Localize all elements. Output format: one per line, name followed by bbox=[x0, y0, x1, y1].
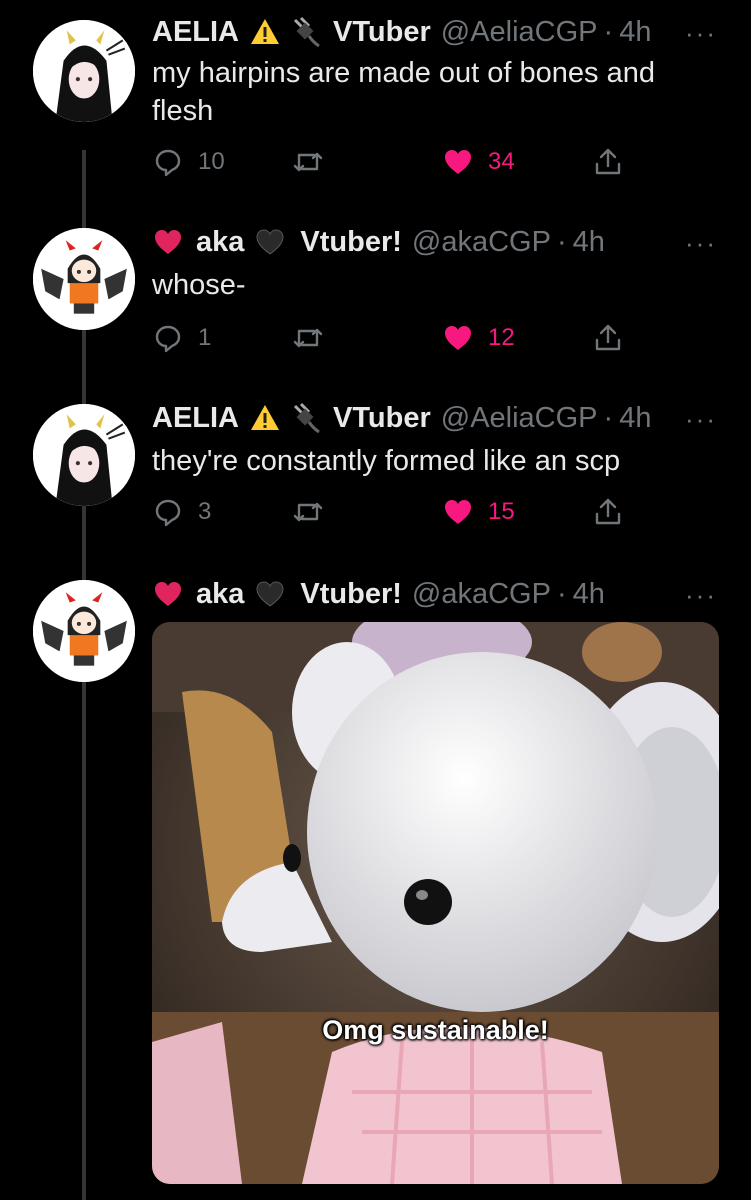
black-heart-icon bbox=[254, 226, 286, 258]
retweet-icon bbox=[293, 152, 323, 172]
electric-plug-icon bbox=[289, 402, 321, 434]
reply-button[interactable]: 1 bbox=[152, 318, 211, 358]
like-button[interactable]: 15 bbox=[442, 492, 515, 532]
more-options-icon[interactable]: ··· bbox=[685, 580, 717, 611]
black-heart-icon bbox=[254, 578, 286, 610]
reply-count: 10 bbox=[198, 148, 225, 175]
display-name[interactable]: AELIA bbox=[152, 16, 239, 49]
like-button[interactable]: 34 bbox=[442, 142, 515, 182]
share-icon bbox=[595, 498, 621, 525]
action-bar: 3 15 bbox=[152, 492, 632, 532]
retweet-button[interactable] bbox=[292, 492, 324, 532]
elephant-plush-photo bbox=[152, 622, 719, 1184]
like-count: 15 bbox=[488, 498, 515, 525]
red-heart-icon bbox=[152, 578, 184, 610]
user-handle[interactable]: @AeliaCGP bbox=[441, 16, 598, 49]
retweet-icon bbox=[293, 502, 323, 522]
tweet-text: whose- bbox=[152, 269, 246, 301]
reply-count: 1 bbox=[198, 324, 212, 351]
user-handle[interactable]: @AeliaCGP bbox=[441, 402, 598, 435]
timestamp[interactable]: 4h bbox=[619, 16, 651, 49]
timestamp[interactable]: 4h bbox=[573, 226, 605, 259]
separator-dot: · bbox=[603, 401, 614, 434]
liked-heart-icon bbox=[445, 500, 471, 524]
tweet[interactable]: aka Vtuber! @akaCGP · 4h ··· whose- 1 12 bbox=[0, 222, 751, 392]
share-button[interactable] bbox=[592, 142, 624, 182]
liked-heart-icon bbox=[445, 150, 471, 174]
tweet-header: AELIA VTuber @AeliaCGP · 4h bbox=[152, 12, 651, 52]
avatar[interactable] bbox=[33, 404, 135, 506]
tweet[interactable]: AELIA VTuber @AeliaCGP · 4h ··· my hairp… bbox=[0, 12, 751, 202]
liked-heart-icon bbox=[445, 326, 471, 350]
retweet-button[interactable] bbox=[292, 142, 324, 182]
user-handle[interactable]: @akaCGP bbox=[412, 578, 551, 611]
display-name[interactable]: AELIA bbox=[152, 402, 239, 435]
avatar[interactable] bbox=[33, 580, 135, 682]
reply-button[interactable]: 3 bbox=[152, 492, 211, 532]
separator-dot: · bbox=[556, 577, 567, 610]
warning-icon bbox=[249, 16, 281, 48]
display-name[interactable]: aka bbox=[196, 226, 244, 259]
retweet-button[interactable] bbox=[292, 318, 324, 358]
retweet-icon bbox=[293, 328, 323, 348]
tweet-header: AELIA VTuber @AeliaCGP · 4h bbox=[152, 398, 651, 438]
reply-icon bbox=[155, 325, 181, 353]
reply-icon bbox=[155, 149, 181, 177]
timestamp[interactable]: 4h bbox=[573, 578, 605, 611]
more-options-icon[interactable]: ··· bbox=[685, 228, 717, 259]
display-name-suffix[interactable]: VTuber bbox=[333, 16, 431, 49]
share-button[interactable] bbox=[592, 492, 624, 532]
tweet-header: aka Vtuber! @akaCGP · 4h bbox=[152, 574, 605, 614]
display-name[interactable]: aka bbox=[196, 578, 244, 611]
tweet-text: they're constantly formed like an scp bbox=[152, 445, 621, 477]
like-count: 12 bbox=[488, 324, 515, 351]
like-count: 34 bbox=[488, 148, 515, 175]
share-icon bbox=[595, 148, 621, 175]
user-handle[interactable]: @akaCGP bbox=[412, 226, 551, 259]
action-bar: 1 12 bbox=[152, 318, 632, 358]
reply-button[interactable]: 10 bbox=[152, 142, 225, 182]
share-icon bbox=[595, 324, 621, 351]
avatar[interactable] bbox=[33, 228, 135, 330]
display-name-suffix[interactable]: VTuber bbox=[333, 402, 431, 435]
more-options-icon[interactable]: ··· bbox=[685, 404, 717, 435]
red-heart-icon bbox=[152, 226, 184, 258]
tweet[interactable]: AELIA VTuber @AeliaCGP · 4h ··· they're … bbox=[0, 398, 751, 568]
action-bar: 10 34 bbox=[152, 142, 632, 182]
like-button[interactable]: 12 bbox=[442, 318, 515, 358]
warning-icon bbox=[249, 402, 281, 434]
avatar[interactable] bbox=[33, 20, 135, 122]
more-options-icon[interactable]: ··· bbox=[685, 18, 717, 49]
share-button[interactable] bbox=[592, 318, 624, 358]
timestamp[interactable]: 4h bbox=[619, 402, 651, 435]
reply-icon bbox=[155, 499, 181, 527]
tweet-text: my hairpins are made out of bones and fl… bbox=[152, 57, 655, 127]
separator-dot: · bbox=[556, 225, 567, 258]
reply-count: 3 bbox=[198, 498, 212, 525]
display-name-suffix[interactable]: Vtuber! bbox=[300, 226, 402, 259]
display-name-suffix[interactable]: Vtuber! bbox=[300, 578, 402, 611]
tweet-media-image[interactable]: Omg sustainable! bbox=[152, 622, 719, 1184]
tweet-header: aka Vtuber! @akaCGP · 4h bbox=[152, 222, 605, 262]
separator-dot: · bbox=[603, 15, 614, 48]
video-caption: Omg sustainable! bbox=[322, 1015, 549, 1045]
electric-plug-icon bbox=[289, 16, 321, 48]
